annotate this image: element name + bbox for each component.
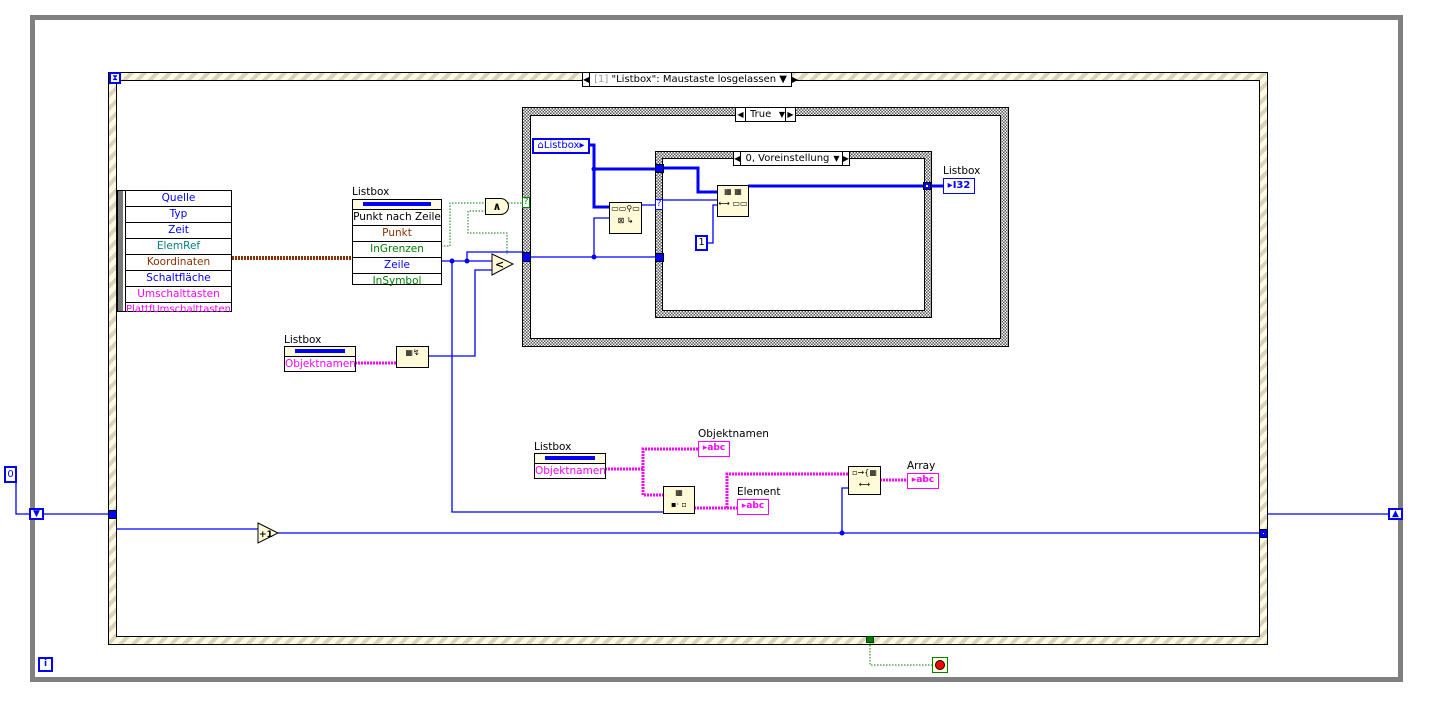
indicator-label: Objektnamen xyxy=(698,428,769,440)
tunnel xyxy=(923,182,931,190)
listbox-ref-label: Listbox xyxy=(543,140,580,151)
event-data-schaltflaeche[interactable]: Schaltfläche xyxy=(126,271,231,287)
stop-condition-tunnel xyxy=(866,636,874,643)
event-data-umschalttasten[interactable]: Umschalttasten xyxy=(126,287,231,303)
node-label: Listbox xyxy=(284,334,322,346)
wire xyxy=(641,199,717,206)
event-data-elemref[interactable]: ElemRef xyxy=(126,239,231,255)
objektnamen-indicator[interactable]: ▸abc xyxy=(698,441,730,457)
wire-bool xyxy=(869,642,932,666)
index-array-2d-icon[interactable]: ▦ ▦ ⟷ ▭▭ xyxy=(717,185,749,217)
array-size-icon[interactable]: ▦↯ xyxy=(396,346,429,368)
and-function[interactable]: ∧ xyxy=(485,198,509,215)
param-punkt[interactable]: Punkt xyxy=(353,226,441,242)
tunnel xyxy=(655,253,664,262)
event-data-node[interactable]: Quelle Typ Zeit ElemRef Koordinaten Scha… xyxy=(117,190,232,315)
wire-ref xyxy=(589,143,609,209)
listbox-reference[interactable]: ⌂Listbox▸ xyxy=(532,138,590,154)
event-data-koordinaten[interactable]: Koordinaten xyxy=(126,255,231,271)
stop-terminal-icon[interactable] xyxy=(932,657,948,673)
node-label: Listbox xyxy=(352,186,390,198)
event-data-zeit[interactable]: Zeit xyxy=(126,223,231,239)
tunnel xyxy=(522,252,531,262)
build-array-icon[interactable]: ▫→{▦ ⟷ xyxy=(848,466,881,495)
property-objektnamen[interactable]: Objektnamen xyxy=(535,464,606,479)
shift-register-left[interactable]: ▼ xyxy=(29,508,44,520)
wire xyxy=(593,217,609,257)
indicator-label: Element xyxy=(737,486,781,498)
property-node-objektnamen[interactable]: Objektnamen xyxy=(534,453,606,479)
event-data-typ[interactable]: Typ xyxy=(126,207,231,223)
point-to-row-column-icon[interactable]: ▭▭⚲▭ ⊠ ↳ xyxy=(609,202,642,234)
param-insymbol[interactable]: InSymbol xyxy=(353,274,441,289)
constant-zero[interactable]: 0 xyxy=(4,466,17,483)
param-zeile[interactable]: Zeile xyxy=(353,258,441,274)
shift-register-right[interactable]: ▲ xyxy=(1388,508,1403,520)
node-label: Listbox xyxy=(534,441,572,453)
array-indicator[interactable]: ▸abc xyxy=(907,473,939,489)
indicator-label: Array xyxy=(907,460,936,472)
wire xyxy=(15,478,30,515)
case-selector-terminal: ? xyxy=(655,199,663,210)
event-data-quelle[interactable]: Quelle xyxy=(126,191,231,207)
wire xyxy=(707,204,717,244)
event-data-plattfumschalttasten[interactable]: PlattfUmschalttasten xyxy=(126,303,231,318)
tunnel xyxy=(1259,529,1268,538)
listbox-indicator[interactable]: ▸I32 xyxy=(943,178,975,194)
wires xyxy=(15,143,1389,666)
wire-bool xyxy=(467,210,508,254)
index-array-icon[interactable]: ▦ ▪· ▫ xyxy=(663,486,695,514)
less-than-function[interactable]: < xyxy=(491,253,515,276)
wire-string xyxy=(641,469,663,497)
tunnel xyxy=(655,164,664,173)
increment-function[interactable]: +1 xyxy=(257,522,280,544)
property-objektnamen[interactable]: Objektnamen xyxy=(285,357,356,372)
wire-string xyxy=(605,447,698,471)
method-punkt-nach-zeile[interactable]: Punkt nach Zeile xyxy=(353,210,441,226)
indicator-label: Listbox xyxy=(943,165,981,177)
svg-text:<: < xyxy=(495,258,504,271)
case-selector-terminal: ? xyxy=(522,197,530,208)
wire-bool xyxy=(441,202,485,247)
constant-one[interactable]: 1 xyxy=(695,235,708,251)
svg-text:+1: +1 xyxy=(259,530,273,540)
property-node-objektnamen[interactable]: Objektnamen xyxy=(284,346,356,372)
tunnel xyxy=(108,510,117,519)
element-indicator[interactable]: ▸abc xyxy=(737,499,769,515)
invoke-node-listbox[interactable]: Punkt nach Zeile Punkt InGrenzen Zeile I… xyxy=(352,199,442,287)
param-ingrenzen[interactable]: InGrenzen xyxy=(353,242,441,258)
